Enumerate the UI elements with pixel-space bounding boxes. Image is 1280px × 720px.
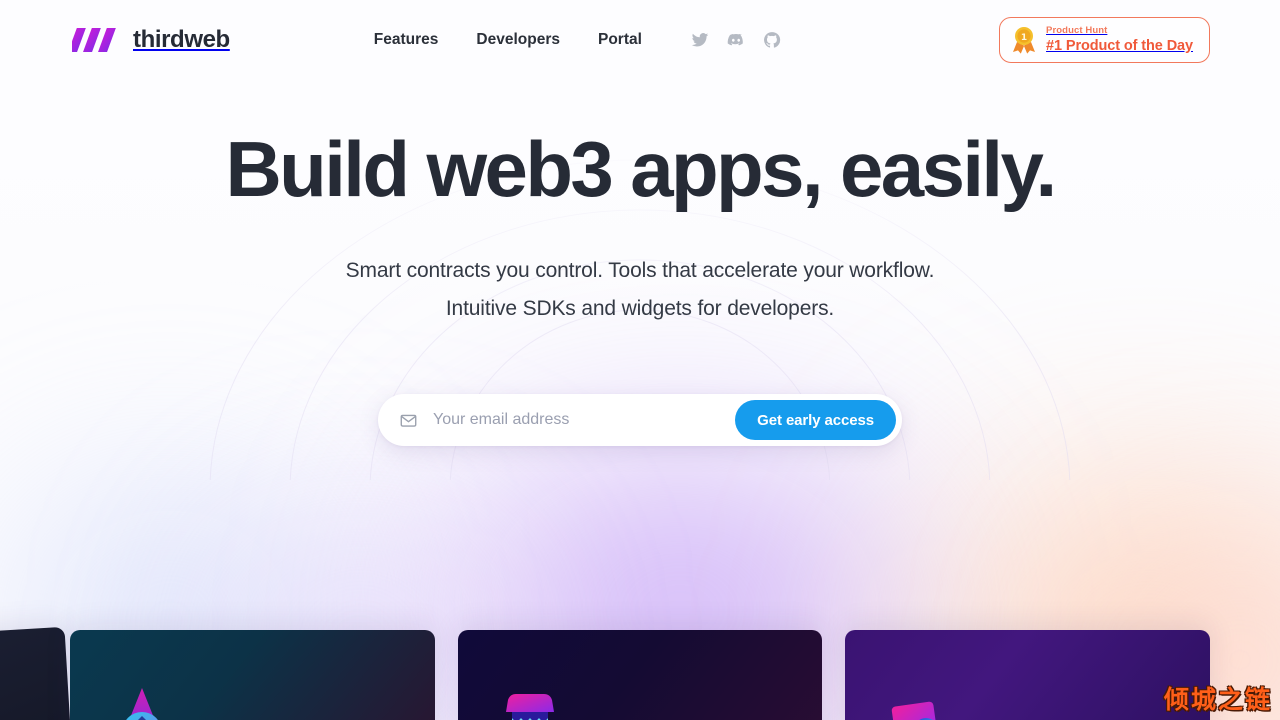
page-title: Build web3 apps, easily. bbox=[225, 125, 1057, 213]
early-access-form: Get early access bbox=[378, 394, 902, 446]
hero-subtitle-line-2: Intuitive SDKs and widgets for developer… bbox=[445, 296, 835, 320]
twitter-icon bbox=[691, 33, 709, 47]
drop-cone-icon bbox=[126, 688, 158, 720]
feature-cards-row bbox=[0, 590, 1280, 720]
github-link[interactable] bbox=[763, 31, 781, 49]
hero-subtitle: Smart contracts you control. Tools that … bbox=[0, 252, 1280, 328]
main-navigation: Features Developers Portal bbox=[355, 23, 661, 57]
discord-link[interactable] bbox=[727, 31, 745, 49]
nav-link-features[interactable]: Features bbox=[355, 23, 458, 57]
social-links bbox=[691, 31, 781, 49]
hero-section: Build web3 apps, easily. Smart contracts… bbox=[0, 130, 1280, 328]
card-drop[interactable] bbox=[70, 630, 435, 720]
brand-name: thirdweb bbox=[133, 26, 230, 53]
card-token[interactable] bbox=[845, 630, 1210, 720]
thirdweb-w-mark-icon bbox=[72, 28, 116, 52]
product-hunt-text: Product Hunt #1 Product of the Day bbox=[1046, 24, 1193, 54]
card-edge-partial[interactable] bbox=[0, 626, 72, 720]
discord-icon bbox=[727, 34, 743, 46]
nav-link-developers[interactable]: Developers bbox=[457, 23, 579, 57]
twitter-link[interactable] bbox=[691, 31, 709, 49]
hero-subtitle-line-1: Smart contracts you control. Tools that … bbox=[345, 259, 935, 282]
product-hunt-title: #1 Product of the Day bbox=[1046, 37, 1193, 54]
token-card-coin-icon bbox=[891, 701, 937, 720]
storefront-icon bbox=[506, 694, 554, 720]
github-icon bbox=[763, 32, 781, 48]
envelope-icon bbox=[400, 414, 417, 427]
email-input[interactable] bbox=[433, 411, 736, 429]
get-early-access-button[interactable]: Get early access bbox=[735, 400, 896, 440]
site-header: thirdweb Features Developers Portal 1 Pr… bbox=[0, 0, 1280, 80]
brand-logo[interactable]: thirdweb bbox=[72, 26, 230, 54]
product-hunt-kicker: Product Hunt bbox=[1046, 24, 1108, 36]
watermark-text: 倾城之链 bbox=[1163, 685, 1272, 714]
svg-text:1: 1 bbox=[1021, 33, 1027, 43]
card-marketplace[interactable] bbox=[458, 630, 822, 720]
product-hunt-badge[interactable]: 1 Product Hunt #1 Product of the Day bbox=[999, 16, 1210, 64]
nav-link-portal[interactable]: Portal bbox=[579, 23, 661, 57]
product-hunt-medal-icon: 1 bbox=[1013, 27, 1036, 54]
